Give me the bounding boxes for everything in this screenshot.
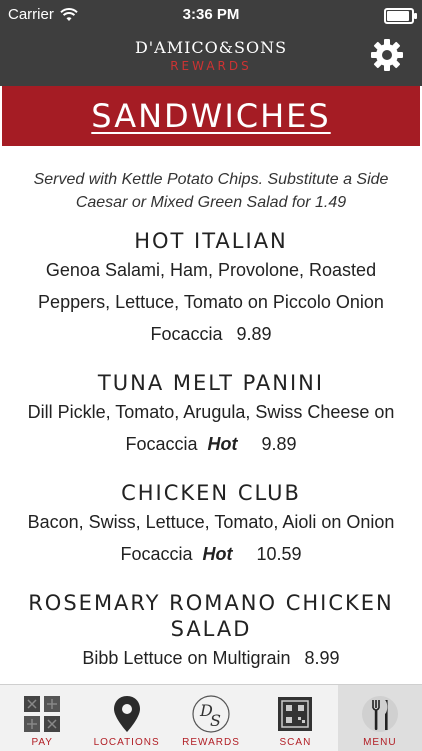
tab-scan[interactable]: SCAN bbox=[253, 685, 337, 751]
top-bar: Carrier 3:36 PM D'AMICO&SONS REWARDS bbox=[0, 0, 422, 86]
brand-logo: D'AMICO&SONS REWARDS bbox=[0, 38, 422, 73]
menu-item-desc-line: Dill Pickle, Tomato, Arugula, Swiss Chee… bbox=[2, 396, 420, 460]
menu-item-title: ROSEMARY ROMANO CHICKEN SALAD bbox=[28, 591, 394, 641]
section-title: SANDWICHES bbox=[91, 97, 331, 135]
tab-label: PAY bbox=[31, 737, 53, 748]
menu-item: ROSEMARY ROMANO CHICKEN SALAD Bibb Lettu… bbox=[2, 590, 420, 674]
ds-monogram-icon: D S bbox=[191, 693, 231, 735]
tab-pay[interactable]: PAY bbox=[0, 685, 84, 751]
brand-subtitle: REWARDS bbox=[170, 59, 252, 73]
menu-item-desc-line: Bibb Lettuce on Multigrain 8.99 bbox=[2, 642, 420, 674]
status-time: 3:36 PM bbox=[182, 6, 240, 23]
svg-text:S: S bbox=[210, 711, 221, 730]
menu-item-title: CHICKEN CLUB bbox=[121, 481, 301, 505]
menu-item: CHICKEN CLUB Bacon, Swiss, Lettuce, Toma… bbox=[2, 480, 420, 570]
menu-item-price: 10.59 bbox=[256, 544, 302, 564]
menu-list[interactable]: Served with Kettle Potato Chips. Substit… bbox=[2, 146, 420, 684]
menu-item-price: 9.89 bbox=[236, 324, 272, 344]
menu-item-desc-line: Bacon, Swiss, Lettuce, Tomato, Aioli on … bbox=[2, 506, 420, 570]
tab-label: LOCATIONS bbox=[93, 737, 160, 748]
pay-grid-icon bbox=[22, 693, 62, 735]
tab-bar: PAY LOCATIONS D S REWARDS SCAN MENU bbox=[0, 684, 422, 751]
fork-knife-icon bbox=[360, 693, 400, 735]
battery-icon bbox=[384, 8, 417, 24]
tab-label: MENU bbox=[363, 737, 397, 748]
status-bar: Carrier 3:36 PM bbox=[0, 0, 422, 30]
menu-item-price: 8.99 bbox=[304, 648, 340, 668]
menu-item-title: HOT ITALIAN bbox=[134, 229, 288, 253]
tab-menu[interactable]: MENU bbox=[337, 685, 422, 751]
menu-item: TUNA MELT PANINI Dill Pickle, Tomato, Ar… bbox=[2, 370, 420, 460]
hot-label: Hot bbox=[207, 434, 238, 454]
brand-name: D'AMICO&SONS bbox=[134, 38, 288, 57]
settings-gear-icon[interactable] bbox=[370, 38, 404, 72]
hot-label: Hot bbox=[202, 544, 233, 564]
menu-item-description: Bibb Lettuce on Multigrain bbox=[82, 648, 291, 668]
tab-label: SCAN bbox=[279, 737, 312, 748]
qr-code-icon bbox=[275, 693, 315, 735]
map-pin-icon bbox=[107, 693, 147, 735]
tab-rewards[interactable]: D S REWARDS bbox=[169, 685, 253, 751]
menu-item-description: Genoa Salami, Ham, Provolone, Roasted Pe… bbox=[38, 260, 384, 344]
tab-label: REWARDS bbox=[182, 737, 240, 748]
menu-item: HOT ITALIAN Genoa Salami, Ham, Provolone… bbox=[2, 228, 420, 350]
section-banner: SANDWICHES bbox=[2, 86, 420, 146]
menu-item-price: 9.89 bbox=[261, 434, 297, 454]
tab-locations[interactable]: LOCATIONS bbox=[84, 685, 168, 751]
intro-text: Served with Kettle Potato Chips. Substit… bbox=[33, 171, 389, 211]
menu-item-title: TUNA MELT PANINI bbox=[97, 371, 325, 395]
menu-item-desc-line: Genoa Salami, Ham, Provolone, Roasted Pe… bbox=[2, 254, 420, 350]
